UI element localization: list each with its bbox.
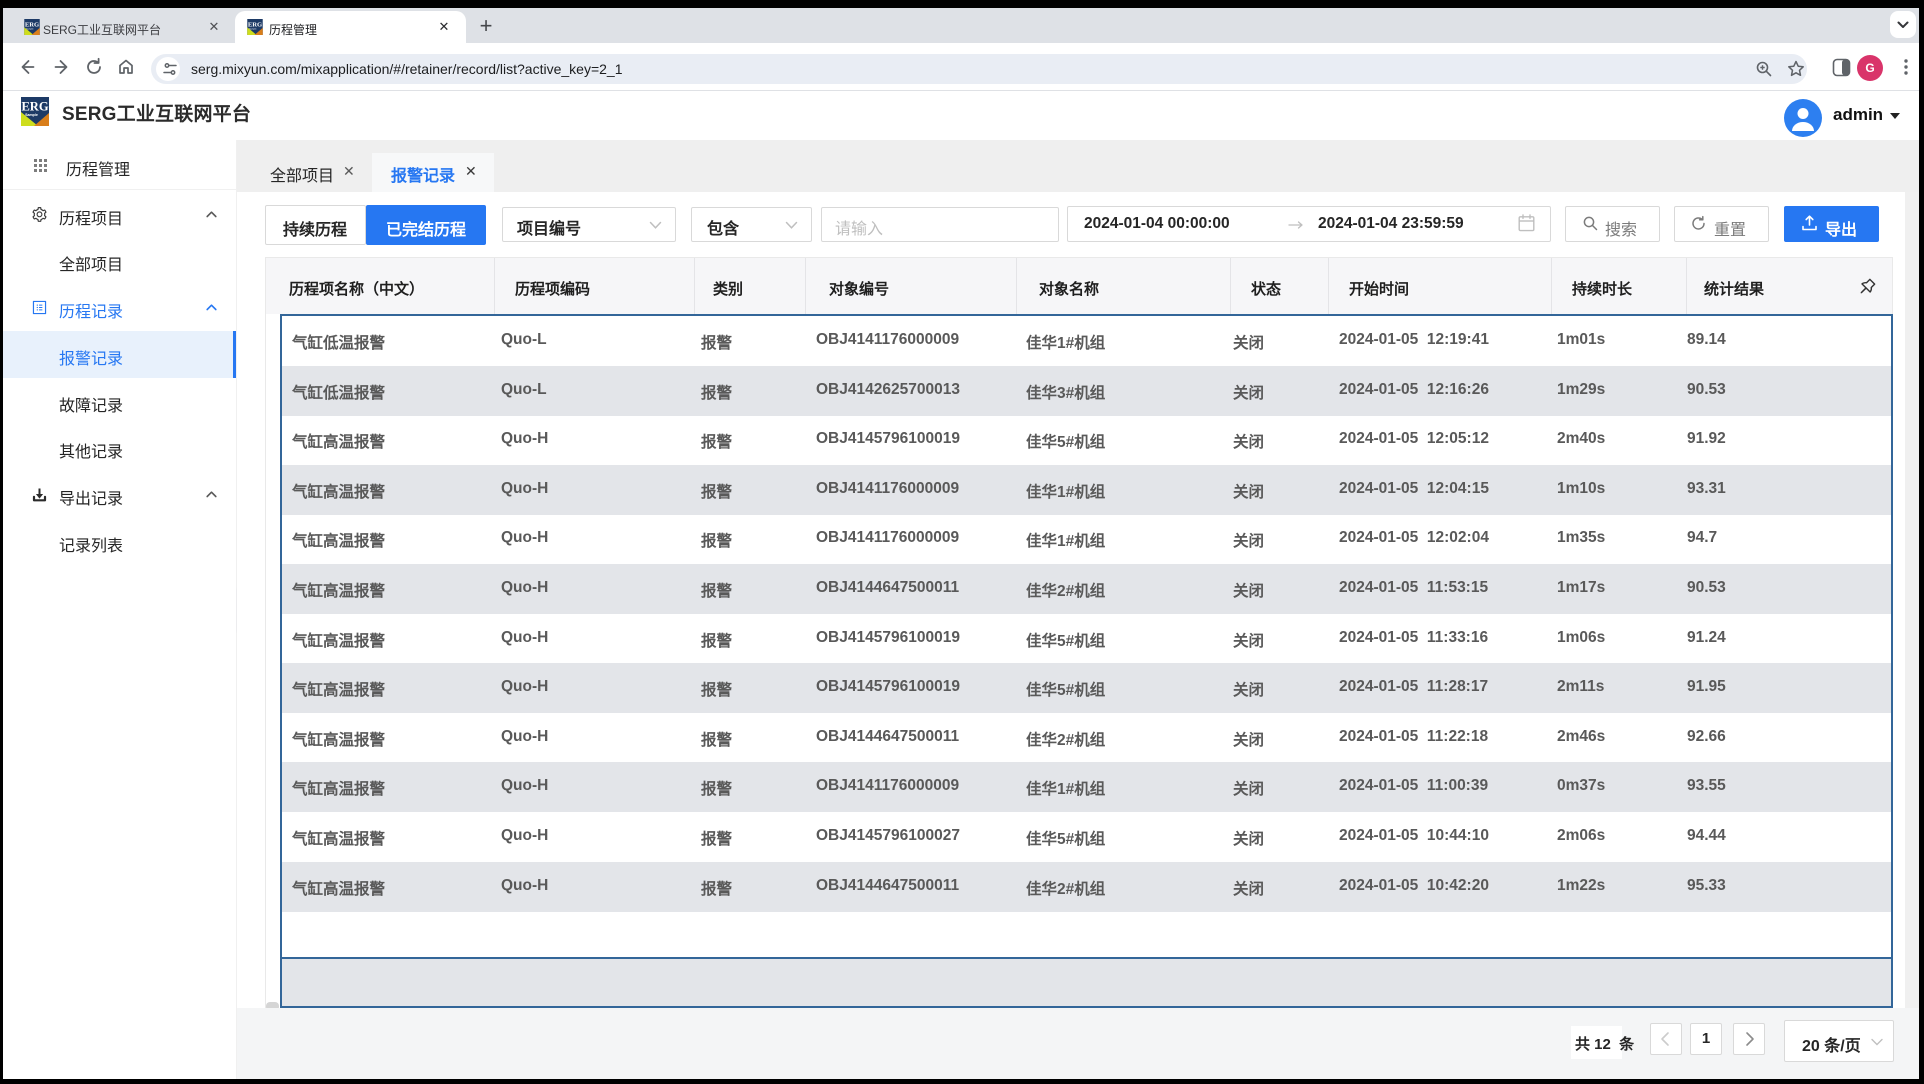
svg-text:Sample: Sample [25, 113, 38, 117]
svg-text:ERG: ERG [25, 22, 39, 29]
svg-text:ERG: ERG [21, 100, 48, 114]
svg-text:ERG: ERG [248, 22, 262, 29]
